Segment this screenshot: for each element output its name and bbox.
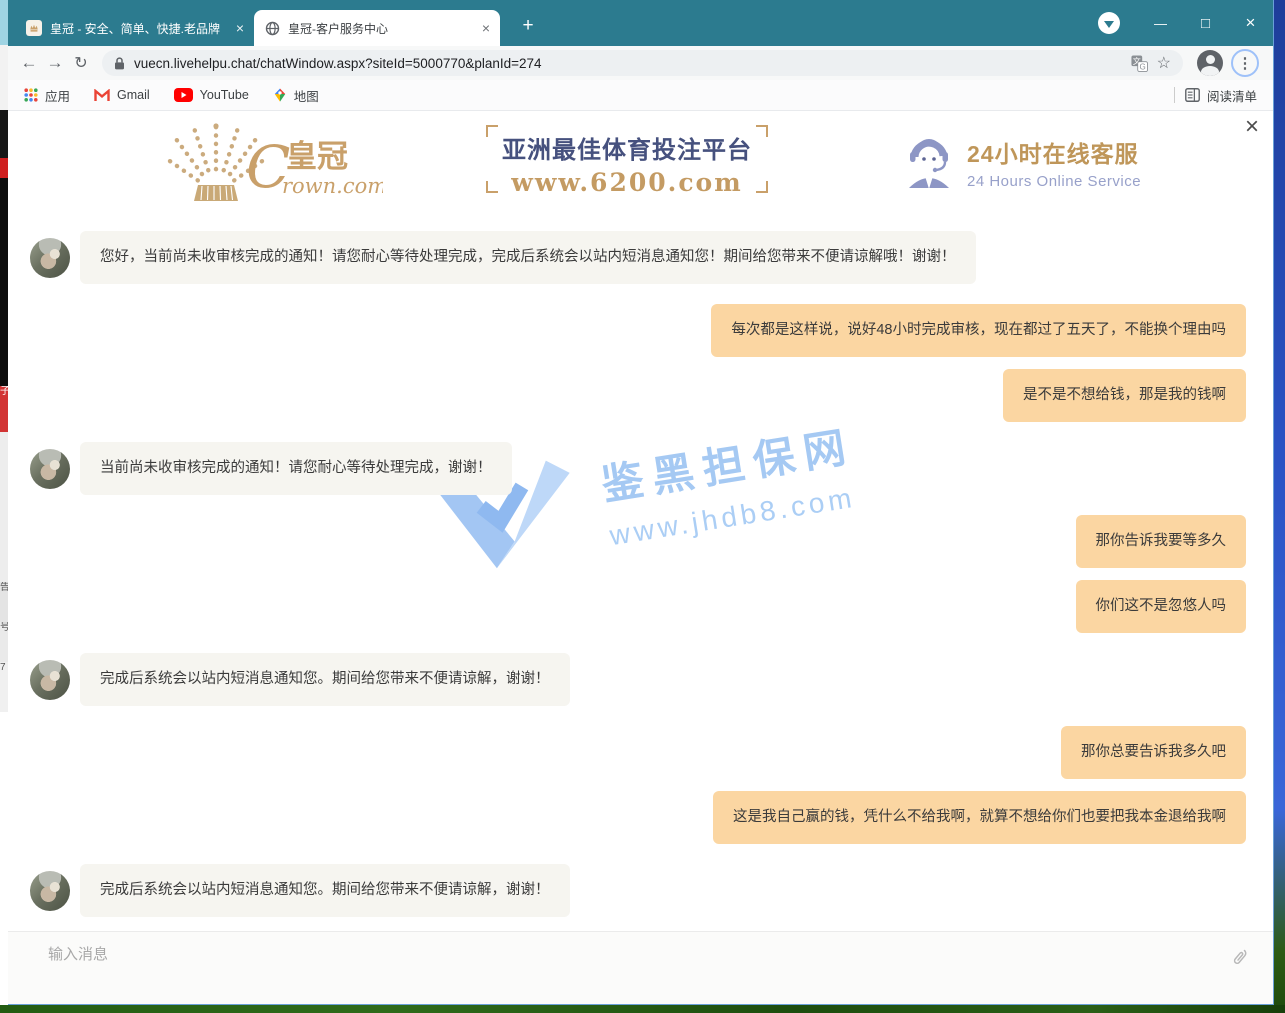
message-bubble: 每次都是这样说，说好48小时完成审核，现在都过了五天了，不能换个理由吗 [711,304,1246,357]
browser-toolbar: ← → ↻ vuecn.livehelpu.chat/chatWindow.as… [8,46,1273,80]
desktop-left-sliver: 子 告 号 7 [0,0,8,1005]
agent-message: 完成后系统会以站内短消息通知您。期间给您带来不便请谅解，谢谢！ [30,864,1246,917]
user-message: 那你总要告诉我多久吧 [30,726,1246,779]
kebab-icon: ⋮ [1238,54,1253,72]
browser-tab-chat-active[interactable]: 皇冠-客户服务中心 × [254,10,500,46]
bookmarks-divider [1174,87,1175,103]
message-bubble: 完成后系统会以站内短消息通知您。期间给您带来不便请谅解，谢谢！ [80,864,570,917]
message-bubble: 您好，当前尚未收审核完成的通知！请您耐心等待处理完成，完成后系统会以站内短消息通… [80,231,976,284]
agent-avatar [30,238,70,278]
edge-fragment: 子 [0,386,8,432]
paperclip-icon[interactable] [1229,946,1249,968]
bookmark-star-icon[interactable]: ☆ [1157,53,1171,73]
message-bubble: 完成后系统会以站内短消息通知您。期间给您带来不便请谅解，谢谢！ [80,653,570,706]
browser-menu-button[interactable]: ⋮ [1231,49,1259,77]
agent-avatar [30,449,70,489]
message-bubble: 那你总要告诉我多久吧 [1061,726,1246,779]
globe-favicon-icon [264,20,280,36]
tab-close-icon[interactable]: × [482,20,490,36]
translate-icon[interactable]: 文G [1131,55,1148,72]
edge-fragment: 7 [0,662,8,712]
message-bubble: 当前尚未收审核完成的通知！请您耐心等待处理完成，谢谢！ [80,442,512,495]
address-bar[interactable]: vuecn.livehelpu.chat/chatWindow.aspx?sit… [102,50,1183,76]
desktop-right-sliver [1274,0,1285,1013]
message-bubble: 那你告诉我要等多久 [1076,515,1247,568]
service-title: 24小时在线客服 [967,135,1141,169]
bookmark-gmail[interactable]: Gmail [94,88,150,102]
window-close-button[interactable]: × [1228,0,1273,46]
youtube-icon [174,88,193,102]
slogan-line2: www.6200.com [486,168,768,197]
agent-avatar [30,660,70,700]
window-minimize-button[interactable]: — [1138,0,1183,46]
user-message: 是不是不想给钱，那是我的钱啊 [30,369,1246,422]
apps-grid-icon [24,88,38,102]
agent-avatar [30,871,70,911]
crown-favicon-icon [26,20,42,36]
chat-page: × C [8,111,1273,1004]
user-message: 每次都是这样说，说好48小时完成审核，现在都过了五天了，不能换个理由吗 [30,304,1246,357]
browser-window: 皇冠 - 安全、简单、快捷.老品牌 × 皇冠-客户服务中心 × + — □ × … [8,0,1274,1005]
svg-text:皇冠: 皇冠 [286,139,348,174]
message-bubble: 这是我自己赢的钱，凭什么不给我啊，就算不想给你们也要把我本金退给我啊 [713,791,1246,844]
edge-fragment: 号 [0,622,8,662]
reload-button-icon[interactable]: ↻ [68,53,94,73]
browser-titlebar: 皇冠 - 安全、简单、快捷.老品牌 × 皇冠-客户服务中心 × + — □ × [8,0,1273,46]
agent-message: 完成后系统会以站内短消息通知您。期间给您带来不便请谅解，谢谢！ [30,653,1246,706]
profile-avatar-button[interactable] [1197,50,1223,76]
update-indicator-icon[interactable] [1098,12,1120,34]
user-message: 那你告诉我要等多久 [30,515,1246,568]
message-bubble: 你们这不是忽悠人吗 [1076,580,1247,633]
svg-text:rown.com: rown.com [282,174,383,198]
reading-list-button[interactable]: 阅读清单 [1185,86,1257,105]
page-close-icon[interactable]: × [1245,115,1259,139]
new-tab-button[interactable]: + [514,15,542,37]
gmail-icon [94,89,110,102]
user-message: 这是我自己赢的钱，凭什么不给我啊，就算不想给你们也要把我本金退给我啊 [30,791,1246,844]
svg-text:G: G [1139,62,1145,71]
chat-message-list: 您好，当前尚未收审核完成的通知！请您耐心等待处理完成，完成后系统会以站内短消息通… [8,211,1273,931]
back-button-icon[interactable]: ← [16,53,42,73]
agent-message: 当前尚未收审核完成的通知！请您耐心等待处理完成，谢谢！ [30,442,1246,495]
desktop-bottom-sliver [0,1005,1285,1013]
message-input[interactable] [48,946,1148,963]
url-text: vuecn.livehelpu.chat/chatWindow.aspx?sit… [134,56,1122,71]
forward-button-icon[interactable]: → [42,53,68,73]
browser-tab-crown-home[interactable]: 皇冠 - 安全、简单、快捷.老品牌 × [16,10,254,46]
tab-title: 皇冠-客户服务中心 [288,20,474,37]
window-maximize-button[interactable]: □ [1183,0,1228,46]
message-composer [8,931,1273,1004]
tab-title: 皇冠 - 安全、简单、快捷.老品牌 [50,20,228,37]
bookmarks-bar: 应用 Gmail YouTube 地图 阅读清单 [8,80,1273,111]
site-slogan: 亚洲最佳体育投注平台 www.6200.com [486,125,768,193]
slogan-line1: 亚洲最佳体育投注平台 [486,130,768,165]
service-banner: 24小时在线客服 24 Hours Online Service [905,135,1141,190]
edge-fragment: 告 [0,582,8,622]
bookmark-youtube[interactable]: YouTube [174,88,249,102]
headset-agent-icon [905,136,953,190]
message-bubble: 是不是不想给钱，那是我的钱啊 [1003,369,1246,422]
crown-logo: C 皇冠 rown.com [158,123,383,208]
service-subtitle: 24 Hours Online Service [967,173,1141,190]
bookmark-apps[interactable]: 应用 [24,86,70,105]
reading-list-icon [1185,88,1200,102]
lock-icon [114,57,125,70]
bookmark-maps[interactable]: 地图 [273,86,319,105]
agent-message: 您好，当前尚未收审核完成的通知！请您耐心等待处理完成，完成后系统会以站内短消息通… [30,231,1246,284]
user-message: 你们这不是忽悠人吗 [30,580,1246,633]
maps-icon [273,87,287,103]
tab-close-icon[interactable]: × [236,20,244,36]
